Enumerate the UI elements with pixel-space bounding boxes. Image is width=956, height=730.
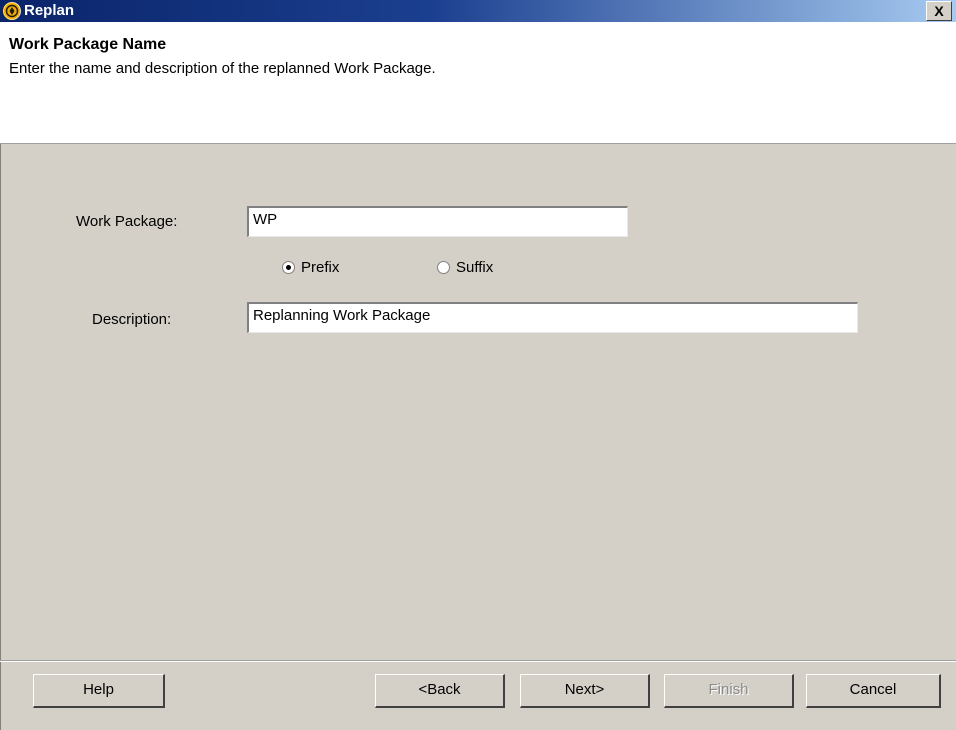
work-package-label: Work Package: (76, 213, 178, 230)
next-button[interactable]: Next> (520, 674, 650, 708)
help-button[interactable]: Help (33, 674, 165, 708)
suffix-radio[interactable] (437, 261, 450, 274)
prefix-radio-dot (286, 265, 291, 270)
back-button[interactable]: <Back (375, 674, 505, 708)
suffix-label[interactable]: Suffix (456, 259, 493, 276)
close-icon: X (934, 3, 944, 19)
footer-divider (0, 660, 956, 662)
page-title: Work Package Name (9, 36, 167, 53)
window-title: Replan (24, 2, 75, 19)
replan-app-icon (3, 2, 21, 20)
close-button[interactable]: X (926, 1, 952, 21)
prefix-label[interactable]: Prefix (301, 259, 339, 276)
description-label: Description: (92, 311, 172, 328)
finish-button[interactable]: Finish (664, 674, 794, 708)
page-description: Enter the name and description of the re… (9, 60, 436, 77)
replan-dialog: Replan X Work Package Name Enter the nam… (0, 0, 956, 730)
prefix-radio[interactable] (282, 261, 295, 274)
title-bar[interactable]: Replan X (0, 0, 956, 22)
cancel-button[interactable]: Cancel (806, 674, 941, 708)
work-package-input[interactable]: WP (247, 206, 628, 237)
description-input[interactable]: Replanning Work Package (247, 302, 858, 333)
